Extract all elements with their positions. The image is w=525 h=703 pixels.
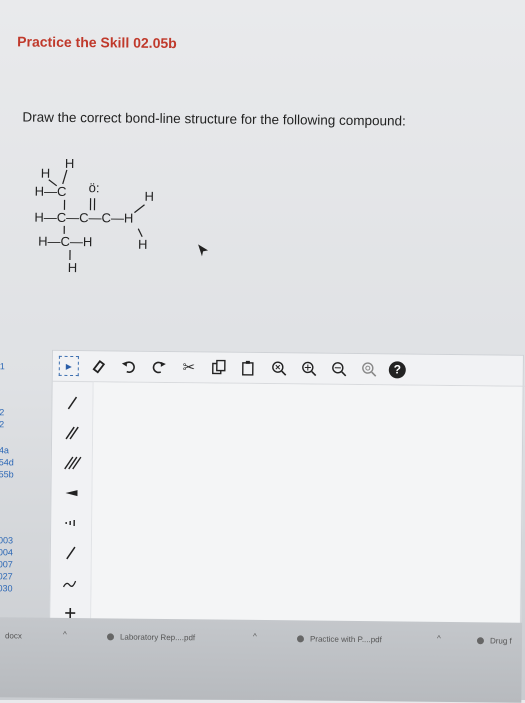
nav-item[interactable]: 030 [0, 583, 13, 593]
nav-item[interactable]: 1 [0, 361, 5, 371]
download-filename: Drug f [490, 636, 512, 645]
bold-bond-icon[interactable] [59, 541, 83, 565]
download-item[interactable]: Drug f [477, 636, 512, 645]
instruction-text: Draw the correct bond-line structure for… [22, 109, 406, 128]
mouse-cursor-icon [197, 243, 209, 257]
download-filename: Practice with P....pdf [310, 635, 382, 645]
reset-icon[interactable] [359, 359, 379, 379]
single-bond-icon[interactable] [60, 391, 84, 415]
chevron-up-icon[interactable]: ^ [437, 634, 441, 643]
page-title: Practice the Skill 02.05b [17, 33, 177, 51]
nav-item[interactable]: 54d [0, 457, 14, 467]
cut-icon[interactable]: ✂ [179, 357, 199, 377]
drawing-canvas[interactable] [91, 382, 522, 654]
file-icon [477, 638, 484, 645]
drawing-editor: ▸ ✂ [49, 350, 524, 657]
lewis-structure: H H H—C ö: H H—C—C—C—H H H—C—H H [26, 148, 197, 290]
wavy-bond-icon[interactable] [58, 571, 82, 595]
chevron-up-icon[interactable]: ^ [63, 630, 67, 639]
clear-icon[interactable] [269, 358, 289, 378]
nav-item[interactable]: 003 [0, 535, 13, 545]
h-right-low: H [138, 237, 148, 252]
copy-icon[interactable] [209, 357, 229, 377]
chevron-up-icon[interactable]: ^ [253, 632, 257, 641]
nav-item[interactable]: 027 [0, 571, 13, 581]
hash-bond-icon[interactable] [59, 511, 83, 535]
h-c-upper: H—C [35, 184, 67, 199]
zoom-out-icon[interactable] [329, 359, 349, 379]
download-item[interactable]: Practice with P....pdf [297, 634, 382, 644]
downloads-bar: docx ^ Laboratory Rep....pdf ^ Practice … [0, 617, 522, 702]
bond-tool-palette [50, 381, 94, 651]
select-tool-icon[interactable]: ▸ [59, 356, 79, 376]
h-top: H [65, 156, 75, 171]
oxygen-label: ö: [89, 180, 100, 195]
help-icon[interactable]: ? [389, 361, 406, 378]
nav-item[interactable]: 4a [0, 445, 9, 455]
zoom-in-icon[interactable] [299, 358, 319, 378]
download-item[interactable]: Laboratory Rep....pdf [107, 632, 195, 642]
chain-row: H—C—C—C—H [34, 210, 133, 226]
redo-icon[interactable] [149, 357, 169, 377]
undo-icon[interactable] [119, 356, 139, 376]
wedge-bond-icon[interactable] [59, 481, 83, 505]
screen: Practice the Skill 02.05b Draw the corre… [0, 0, 525, 703]
h-top-left: H [41, 166, 51, 181]
nav-item[interactable]: 2 [0, 407, 4, 417]
download-item[interactable]: docx [5, 631, 22, 640]
triple-bond-icon[interactable] [60, 451, 84, 475]
eraser-icon[interactable] [89, 356, 109, 376]
paste-icon[interactable] [239, 358, 259, 378]
file-icon [107, 634, 114, 641]
nav-item[interactable]: 004 [0, 547, 13, 557]
double-bond-icon[interactable] [60, 421, 84, 445]
h-bottom: H [68, 260, 78, 275]
nav-item[interactable]: 55b [0, 469, 14, 479]
nav-item[interactable]: 2 [0, 419, 4, 429]
h-right-top: H [145, 189, 155, 204]
download-filename: docx [5, 631, 22, 640]
chain-low: H—C—H [38, 234, 92, 250]
nav-item[interactable]: 007 [0, 559, 13, 569]
download-filename: Laboratory Rep....pdf [120, 633, 195, 643]
editor-toolbar: ▸ ✂ [53, 351, 525, 387]
file-icon [297, 636, 304, 643]
